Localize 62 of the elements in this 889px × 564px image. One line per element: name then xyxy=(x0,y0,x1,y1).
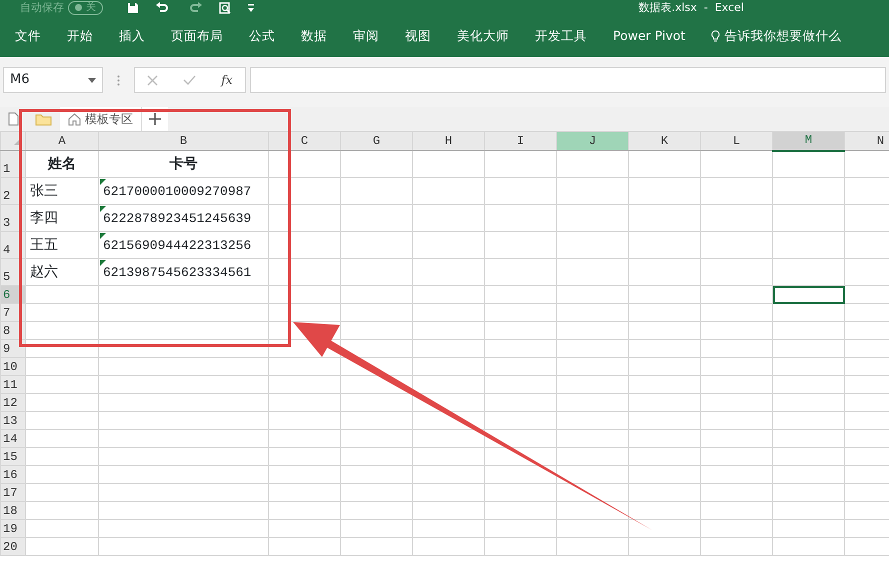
redo-icon[interactable] xyxy=(187,2,203,14)
row-header[interactable]: 20 xyxy=(0,538,26,556)
new-document-icon[interactable] xyxy=(8,112,19,126)
ribbon-tab[interactable]: 插入 xyxy=(106,26,158,46)
column-header[interactable]: G xyxy=(340,132,412,150)
plus-icon xyxy=(149,113,161,125)
column-header[interactable]: L xyxy=(700,132,772,150)
table-cell: 6217000010009270987 xyxy=(98,178,268,204)
window-title: 数据表.xlsx - Excel xyxy=(638,0,744,14)
name-box[interactable]: M6 xyxy=(3,67,103,93)
row-header[interactable]: 18 xyxy=(0,502,26,520)
lightbulb-icon xyxy=(711,30,720,42)
column-header[interactable]: A xyxy=(26,132,98,150)
row-header[interactable]: 13 xyxy=(0,412,26,430)
table-cell: 6213987545623334561 xyxy=(98,258,268,286)
ribbon-tab[interactable]: 页面布局 xyxy=(158,26,236,46)
table-cell: 王五 xyxy=(26,232,98,258)
grip-icon xyxy=(117,75,120,86)
dropdown-icon[interactable] xyxy=(88,78,96,82)
table-cell: 赵六 xyxy=(26,258,98,286)
table-cell: 6215690944422313256 xyxy=(98,232,268,258)
tell-me-search[interactable]: 告诉我你想要做什么 xyxy=(724,26,842,46)
formula-input[interactable] xyxy=(250,67,886,93)
insert-function-button[interactable]: fx xyxy=(221,71,233,89)
ribbon-tab[interactable]: 开发工具 xyxy=(522,26,600,46)
ribbon-tab[interactable]: 文件 xyxy=(2,26,54,46)
row-header[interactable]: 12 xyxy=(0,394,26,412)
column-header[interactable]: C xyxy=(268,132,340,150)
ribbon-tab[interactable]: Power Pivot xyxy=(600,26,698,46)
row-header[interactable]: 10 xyxy=(0,358,26,376)
column-header[interactable]: K xyxy=(628,132,700,150)
active-cell[interactable] xyxy=(772,286,844,304)
table-cell: 姓名 xyxy=(26,150,98,178)
ribbon-tab[interactable]: 公式 xyxy=(236,26,288,46)
table-cell: 6222878923451245639 xyxy=(98,204,268,232)
column-header[interactable]: M xyxy=(772,132,844,150)
check-icon[interactable] xyxy=(183,75,196,85)
ribbon-tab[interactable]: 数据 xyxy=(288,26,340,46)
print-preview-icon[interactable] xyxy=(219,2,231,14)
autosave-label: 自动保存 xyxy=(20,0,64,14)
row-header[interactable]: 19 xyxy=(0,520,26,538)
table-cell: 张三 xyxy=(26,178,98,204)
ribbon-tab[interactable]: 美化大师 xyxy=(444,26,522,46)
column-header[interactable]: I xyxy=(484,132,556,150)
column-header[interactable]: H xyxy=(412,132,484,150)
column-header[interactable]: B xyxy=(98,132,268,150)
ribbon-tab[interactable]: 审阅 xyxy=(340,26,392,46)
row-header[interactable]: 14 xyxy=(0,430,26,448)
customize-icon[interactable] xyxy=(247,2,255,12)
save-icon[interactable] xyxy=(127,2,139,14)
ribbon-tab[interactable]: 开始 xyxy=(54,26,106,46)
column-header[interactable]: N xyxy=(844,132,889,150)
row-header[interactable]: 11 xyxy=(0,376,26,394)
undo-icon[interactable] xyxy=(155,2,171,14)
table-cell: 卡号 xyxy=(98,150,268,178)
home-icon xyxy=(68,112,81,126)
row-header[interactable]: 17 xyxy=(0,484,26,502)
row-header[interactable]: 15 xyxy=(0,448,26,466)
ribbon-tab[interactable]: 视图 xyxy=(392,26,444,46)
column-header[interactable]: J xyxy=(556,132,628,150)
row-header[interactable]: 16 xyxy=(0,466,26,484)
table-cell: 李四 xyxy=(26,204,98,232)
